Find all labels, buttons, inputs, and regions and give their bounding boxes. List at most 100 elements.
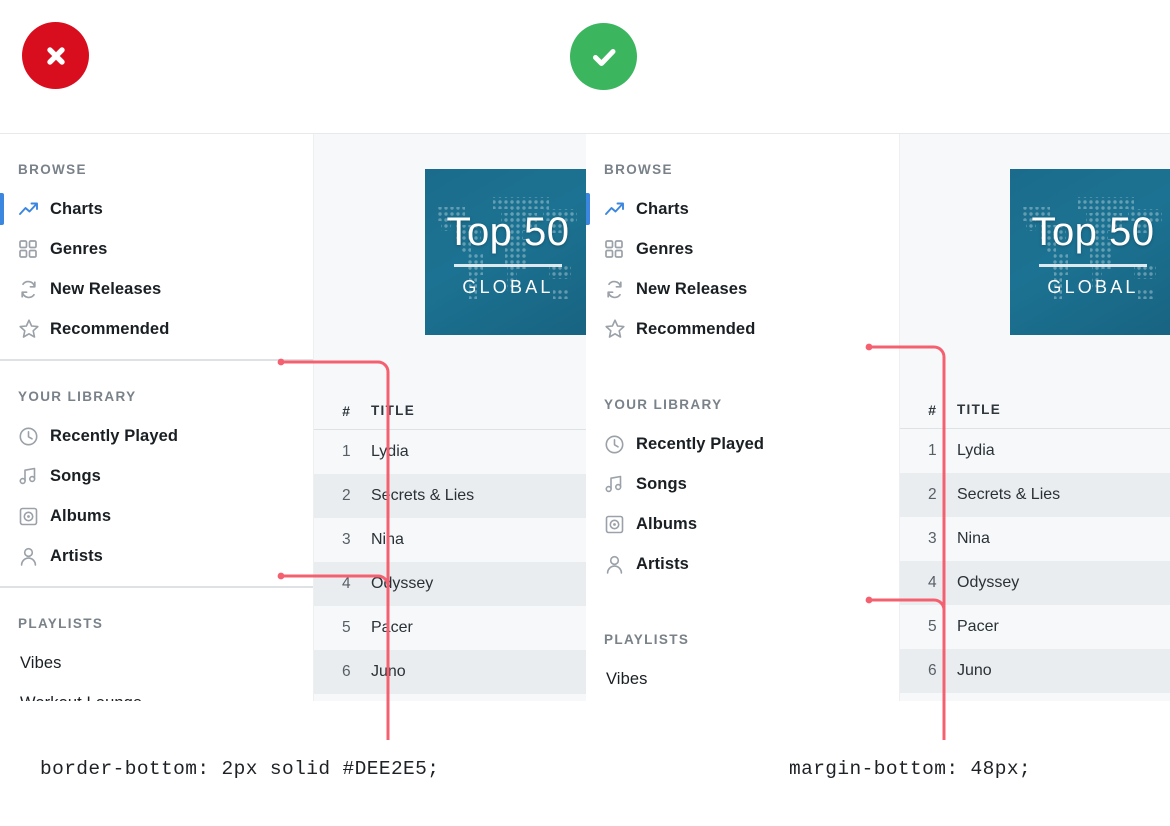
table-row[interactable]: 2 Secrets & Lies (900, 473, 1170, 517)
track-title: Nina (371, 531, 404, 548)
table-row[interactable]: 1 Lydia (900, 429, 1170, 473)
table-row[interactable]: 2 Secrets & Lies (314, 474, 588, 518)
track-title: Nina (957, 530, 990, 547)
track-number: 4 (928, 574, 937, 591)
sidebar-section-playlists: PLAYLISTS Vibes Workout Lounge (586, 632, 899, 701)
sidebar-item-label: Recently Played (50, 426, 179, 445)
sidebar-section-playlists: PLAYLISTS Vibes Workout Lounge (0, 588, 313, 701)
track-title: Juno (957, 662, 992, 679)
grid-icon (18, 237, 48, 261)
close-icon (46, 46, 65, 65)
sidebar-item-label: Genres (636, 239, 694, 258)
track-number: 5 (928, 618, 937, 635)
mockup-incorrect: BROWSE Charts Genres New Releases Recomm… (0, 133, 588, 701)
sidebar-item-artists[interactable]: Artists (586, 544, 899, 584)
sidebar-item-label: New Releases (50, 279, 162, 298)
sidebar-item-label: Songs (636, 474, 687, 493)
table-row[interactable]: 6 Juno (900, 649, 1170, 693)
section-title-playlists: PLAYLISTS (604, 632, 690, 647)
sidebar-item-workout-lounge[interactable]: Workout Lounge (0, 683, 313, 702)
track-number: 3 (342, 531, 351, 548)
music-icon (604, 472, 634, 496)
album-title: Top 50 (1031, 210, 1155, 254)
person-icon (604, 552, 634, 576)
sidebar-item-label: Vibes (606, 669, 648, 688)
correct-badge (570, 23, 637, 90)
tracklist-table-left: # TITLE 1 Lydia 2 Secrets & Lies 3 Nina … (314, 392, 588, 694)
sidebar-item-label: Songs (50, 466, 101, 485)
sidebar-item-label: Workout Lounge (20, 694, 142, 702)
track-number: 2 (342, 487, 351, 504)
sidebar-item-songs[interactable]: Songs (586, 464, 899, 504)
sidebar-item-songs[interactable]: Songs (0, 456, 313, 496)
album-art[interactable]: Top 50 GLOBAL (425, 169, 588, 335)
column-header-title: TITLE (371, 403, 415, 418)
track-title: Lydia (371, 443, 409, 460)
check-icon (592, 48, 615, 66)
clock-icon (18, 424, 48, 448)
sidebar-item-albums[interactable]: Albums (0, 496, 313, 536)
table-row[interactable]: 4 Odyssey (314, 562, 588, 606)
sidebar-item-genres[interactable]: Genres (586, 229, 899, 269)
sidebar-left: BROWSE Charts Genres New Releases Recomm… (0, 134, 314, 701)
sidebar-item-genres[interactable]: Genres (0, 229, 313, 269)
sidebar-item-label: Artists (50, 546, 103, 565)
track-number: 4 (342, 575, 351, 592)
sidebar-item-vibes[interactable]: Vibes (0, 643, 313, 683)
sidebar-section-library: YOUR LIBRARY Recently Played Songs Album… (586, 397, 899, 584)
sidebar-item-albums[interactable]: Albums (586, 504, 899, 544)
track-number: 6 (928, 662, 937, 679)
album-subtitle: GLOBAL (1047, 277, 1139, 297)
sidebar-item-recently-played[interactable]: Recently Played (0, 416, 313, 456)
music-icon (18, 464, 48, 488)
sidebar-item-artists[interactable]: Artists (0, 536, 313, 576)
track-number: 3 (928, 530, 937, 547)
track-title: Juno (371, 663, 406, 680)
disc-icon (18, 504, 48, 528)
album-title: Top 50 (446, 210, 570, 254)
track-number: 6 (342, 663, 351, 680)
refresh-icon (604, 277, 634, 301)
comparison-stage: BROWSE Charts Genres New Releases Recomm… (0, 0, 1170, 826)
track-title: Lydia (957, 442, 995, 459)
sidebar-item-recently-played[interactable]: Recently Played (586, 424, 899, 464)
sidebar-item-vibes[interactable]: Vibes (586, 659, 899, 699)
sidebar-item-label: Artists (636, 554, 689, 573)
section-title-playlists: PLAYLISTS (18, 616, 104, 631)
table-row[interactable]: 1 Lydia (314, 430, 588, 474)
disc-icon (604, 512, 634, 536)
track-number: 2 (928, 486, 937, 503)
table-row[interactable]: 5 Pacer (900, 605, 1170, 649)
sidebar-section-browse: BROWSE Charts Genres New Releases Recomm… (0, 134, 313, 361)
annotation-correct: margin-bottom: 48px; (789, 758, 1032, 780)
sidebar-right: BROWSE Charts Genres New Releases Recomm… (586, 134, 900, 701)
sidebar-item-workout-lounge[interactable]: Workout Lounge (586, 699, 899, 701)
annotation-incorrect: border-bottom: 2px solid #DEE2E5; (40, 758, 440, 780)
sidebar-item-charts[interactable]: Charts (0, 189, 313, 229)
star-icon (604, 317, 634, 341)
album-caption: Top 50 GLOBAL (425, 169, 588, 335)
table-row[interactable]: 3 Nina (900, 517, 1170, 561)
album-caption: Top 50 GLOBAL (1010, 169, 1170, 335)
sidebar-item-new-releases[interactable]: New Releases (0, 269, 313, 309)
table-row[interactable]: 3 Nina (314, 518, 588, 562)
table-row[interactable]: 6 Juno (314, 650, 588, 694)
trend-up-icon (604, 197, 634, 221)
column-header-number: # (342, 402, 350, 419)
sidebar-item-recommended[interactable]: Recommended (586, 309, 899, 349)
sidebar-item-recommended[interactable]: Recommended (0, 309, 313, 349)
table-row[interactable]: 5 Pacer (314, 606, 588, 650)
album-art[interactable]: Top 50 GLOBAL (1010, 169, 1170, 335)
grid-icon (604, 237, 634, 261)
content-area-left: Top 50 GLOBAL # TITLE 1 Lydia 2 Secrets … (314, 134, 588, 701)
sidebar-item-new-releases[interactable]: New Releases (586, 269, 899, 309)
table-row[interactable]: 4 Odyssey (900, 561, 1170, 605)
sidebar-item-label: Charts (636, 199, 689, 218)
sidebar-item-label: Charts (50, 199, 103, 218)
section-title-library: YOUR LIBRARY (18, 389, 137, 404)
sidebar-item-charts[interactable]: Charts (586, 189, 899, 229)
clock-icon (604, 432, 634, 456)
incorrect-badge (22, 22, 89, 89)
track-title: Pacer (371, 619, 413, 636)
table-header: # TITLE (900, 391, 1170, 429)
